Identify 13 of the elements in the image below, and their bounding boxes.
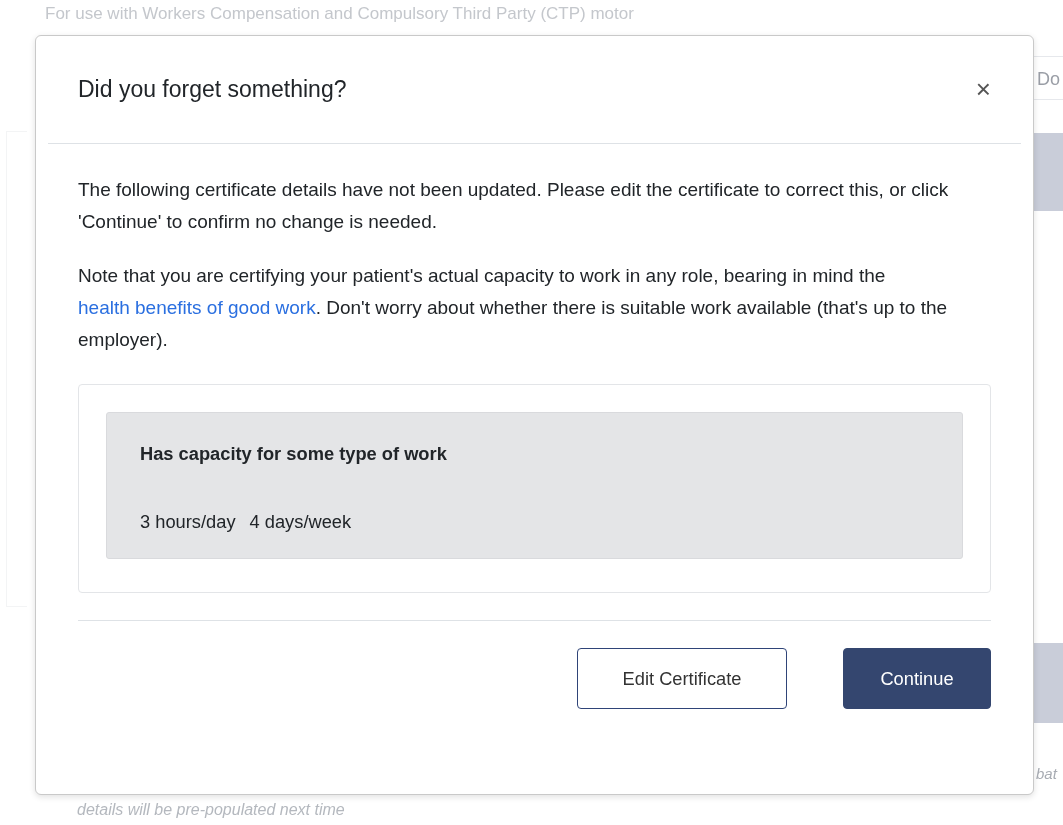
edit-button[interactable]: Edit Certificate bbox=[577, 648, 787, 709]
intro-text: For use with Workers Compensation and Compulsory Third Party (CTP) motor bbox=[45, 4, 634, 24]
message-text: The following certificate details have not been updated. Please edit the certificate to correct this, or click 'Continue' to confirm no change is needed. bbox=[78, 178, 950, 234]
footer-note: details will be pre-populated next time bbox=[77, 800, 345, 820]
dialog-title: Did you forget something? bbox=[78, 76, 347, 103]
close-button[interactable]: × bbox=[975, 74, 991, 105]
side-text: bat bbox=[1036, 764, 1057, 784]
summary-detail: 4 days/week bbox=[249, 511, 352, 533]
summary-detail: 3 hours/day bbox=[140, 511, 236, 533]
continue-button[interactable]: Continue bbox=[843, 648, 991, 709]
note-text: Note that you are certifying your patient's actual capacity to work in any role, bearing in mind the health benefits of good work. Don't worry about whether there is suitable work available (that's up to the employer). bbox=[78, 264, 949, 352]
info-link[interactable]: health benefits of good work bbox=[78, 297, 316, 318]
summary-heading: Has capacity for some type of work bbox=[140, 443, 448, 465]
